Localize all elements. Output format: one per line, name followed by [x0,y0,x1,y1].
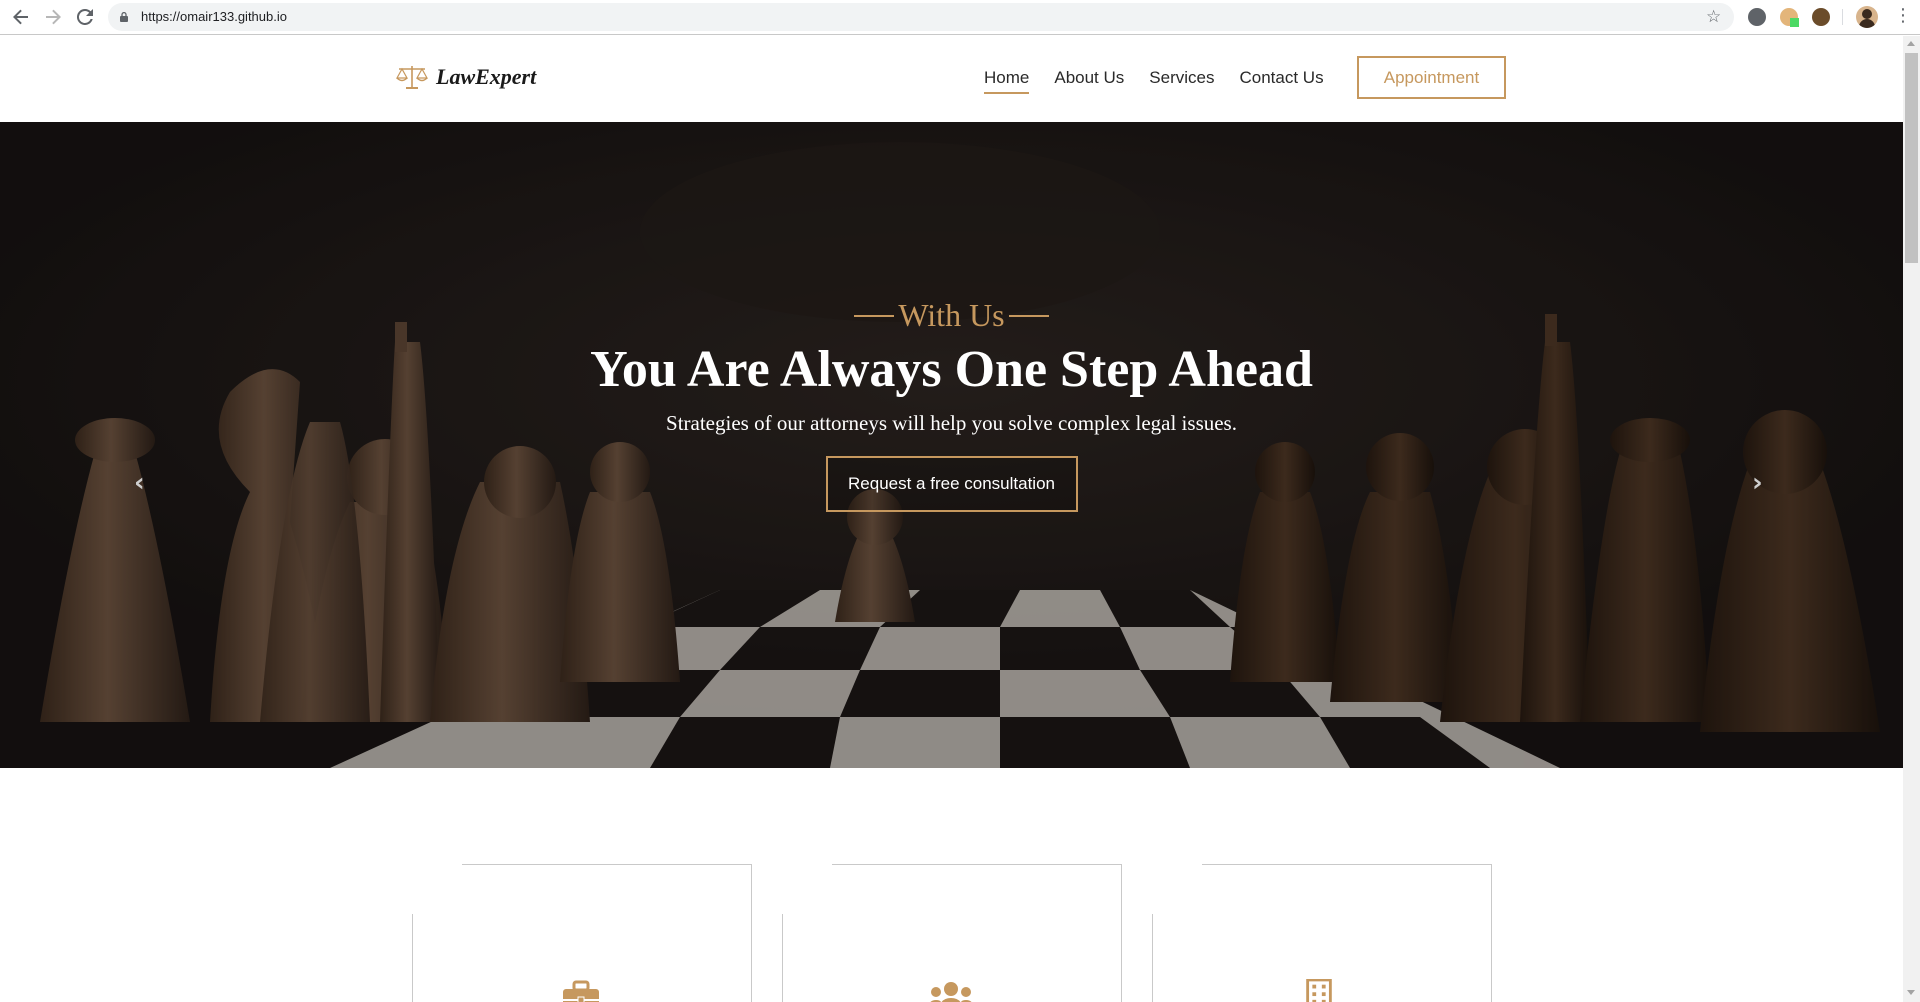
appointment-button[interactable]: Appointment [1357,56,1506,99]
building-icon [1306,979,1332,1002]
card-border [462,864,752,865]
divider [1008,314,1049,317]
hero-content: With Us You Are Always One Step Ahead St… [0,297,1903,512]
hero-eyebrow-text: With Us [898,297,1005,333]
reload-icon[interactable] [74,6,96,28]
chevron-left-icon[interactable]: ‹ [134,468,145,498]
brand-name: LawExpert [436,64,537,89]
card-border [1202,864,1492,865]
site-header: LawExpert Home About Us Services Contact… [0,36,1903,122]
feature-card [782,864,1122,1002]
divider [854,314,895,317]
scroll-up-icon[interactable] [1907,41,1915,46]
card-border [751,864,752,1002]
card-border [1491,864,1492,1002]
feature-card [412,864,752,1002]
avatar[interactable] [1856,6,1878,28]
logo[interactable]: LawExpert [396,64,536,90]
extension-icon[interactable] [1748,8,1766,26]
extension-icon[interactable] [1780,8,1799,27]
page-scrollbar[interactable] [1903,36,1920,1002]
users-icon [930,982,972,1002]
scroll-down-icon[interactable] [1907,990,1915,995]
browser-toolbar: https://omair133.github.io ☆ ⋮ [0,0,1920,35]
card-border [1121,864,1122,1002]
page-viewport: LawExpert Home About Us Services Contact… [0,36,1903,1002]
hero-eyebrow: With Us [850,297,1052,334]
url-text[interactable]: https://omair133.github.io [141,9,287,24]
nav-item-services[interactable]: Services [1149,68,1214,94]
arrow-left-icon[interactable] [10,6,32,28]
lock-icon [120,12,128,22]
star-icon[interactable]: ☆ [1706,7,1721,27]
extension-icon[interactable] [1812,8,1830,26]
nav-item-about-us[interactable]: About Us [1054,68,1124,94]
nav-item-home[interactable]: Home [984,68,1030,94]
nav-item-contact-us[interactable]: Contact Us [1239,68,1323,94]
request-consultation-button[interactable]: Request a free consultation [825,456,1078,512]
card-border [412,914,413,1002]
address-bar[interactable]: https://omair133.github.io ☆ [108,3,1734,31]
kebab-menu-icon[interactable]: ⋮ [1894,5,1912,27]
briefcase-icon [563,980,599,1002]
chevron-right-icon[interactable]: › [1752,468,1763,498]
scales-icon [396,66,428,89]
card-border [1152,914,1153,1002]
scroll-thumb[interactable] [1905,53,1918,263]
toolbar-divider [1842,9,1843,25]
card-border [832,864,1122,865]
hero-carousel: With Us You Are Always One Step Ahead St… [0,122,1903,768]
feature-card [1152,864,1492,1002]
hero-title: You Are Always One Step Ahead [590,341,1313,398]
card-border [782,914,783,1002]
arrow-right-icon[interactable] [42,6,64,28]
main-nav: Home About Us Services Contact Us [984,68,1349,94]
hero-subtitle: Strategies of our attorneys will help yo… [666,411,1237,435]
